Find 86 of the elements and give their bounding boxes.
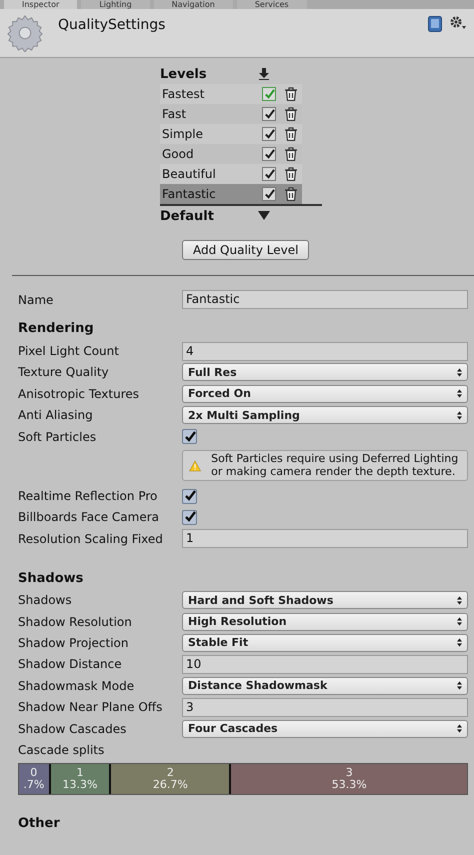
checkbox[interactable] bbox=[182, 429, 197, 444]
level-name: Beautiful bbox=[162, 167, 217, 181]
cascade-percent: 53.3% bbox=[332, 778, 367, 791]
field-label: Soft Particles bbox=[18, 430, 98, 444]
up-down-arrows-icon bbox=[457, 410, 462, 420]
quality-level-row[interactable]: Simple bbox=[160, 124, 302, 144]
level-name: Simple bbox=[162, 127, 204, 141]
trash-icon[interactable] bbox=[284, 87, 298, 101]
inspector-tab[interactable]: Inspector bbox=[4, 0, 78, 9]
section-heading: Other bbox=[18, 814, 61, 833]
field-label: Resolution Scaling Fixed bbox=[18, 532, 164, 546]
field-label: Shadow Projection bbox=[18, 636, 130, 650]
up-down-arrows-icon bbox=[457, 724, 462, 734]
field-label: Realtime Reflection Pro bbox=[18, 489, 158, 504]
dropdown[interactable]: Forced On bbox=[182, 384, 468, 403]
cascade-splits-bar[interactable]: 0 .7% 1 13.3% 2 26.7% 3 53.3% bbox=[18, 762, 468, 795]
up-down-arrows-icon bbox=[457, 368, 462, 377]
field-label: Shadowmask Mode bbox=[18, 678, 136, 693]
dropdown[interactable]: 2x Multi Sampling bbox=[182, 406, 468, 424]
quality-level-row[interactable]: Fantastic bbox=[160, 184, 302, 204]
levels-heading: Levels bbox=[160, 66, 208, 82]
trash-icon[interactable] bbox=[284, 147, 298, 161]
inspector-tab[interactable]: Lighting bbox=[81, 0, 150, 9]
section-heading: Rendering bbox=[18, 320, 95, 338]
field-label: Cascade splits bbox=[18, 742, 106, 757]
text-field[interactable]: 1 bbox=[182, 529, 468, 548]
checkbox[interactable] bbox=[182, 510, 197, 525]
field-label: Shadow Cascades bbox=[18, 722, 128, 736]
level-name: Good bbox=[162, 147, 195, 161]
field-label: Billboards Face Camera bbox=[18, 510, 160, 524]
dropdown[interactable]: High Resolution bbox=[182, 612, 468, 631]
text-field[interactable]: 3 bbox=[182, 698, 468, 717]
text-field[interactable]: 10 bbox=[182, 654, 468, 674]
field-label: Anisotropic Textures bbox=[18, 386, 140, 401]
dropdown[interactable]: Stable Fit bbox=[182, 634, 468, 652]
dropdown[interactable]: Distance Shadowmask bbox=[182, 676, 468, 695]
dropdown[interactable]: Four Cascades bbox=[182, 720, 468, 738]
cascade-index: 0 bbox=[30, 766, 38, 779]
trash-icon[interactable] bbox=[284, 167, 298, 181]
cascade-percent: 26.7% bbox=[152, 778, 188, 791]
up-down-arrows-icon bbox=[457, 681, 462, 690]
add-quality-level-button[interactable]: Add Quality Level bbox=[182, 240, 310, 260]
cascade-segment[interactable]: 1 13.3% bbox=[50, 764, 110, 794]
quality-level-row[interactable]: Beautiful bbox=[160, 164, 302, 184]
triangle-down-icon bbox=[258, 211, 270, 221]
level-name: Fantastic bbox=[162, 187, 217, 201]
name-field[interactable]: Fantastic bbox=[182, 290, 468, 310]
field-label: Texture Quality bbox=[18, 365, 110, 380]
default-label: Default bbox=[160, 208, 215, 224]
trash-icon[interactable] bbox=[284, 127, 298, 141]
checkbox[interactable] bbox=[182, 488, 197, 504]
section-heading: Shadows bbox=[18, 570, 84, 588]
cascade-segment[interactable]: 3 53.3% bbox=[231, 764, 467, 794]
up-down-arrows-icon bbox=[457, 389, 462, 398]
level-name: Fastest bbox=[162, 87, 206, 101]
cascade-percent: .7% bbox=[23, 778, 44, 791]
up-down-arrows-icon bbox=[457, 596, 462, 605]
cascade-percent: 13.3% bbox=[62, 778, 98, 791]
field-label: Shadow Distance bbox=[18, 657, 123, 672]
inspector-tab[interactable]: Navigation bbox=[154, 0, 233, 9]
cascade-index: 1 bbox=[76, 766, 84, 779]
field-label: Shadow Near Plane Offs bbox=[18, 700, 164, 714]
cascade-index: 3 bbox=[346, 766, 353, 779]
field-label: Shadow Resolution bbox=[18, 614, 133, 629]
trash-icon[interactable] bbox=[284, 107, 298, 121]
settings-icon[interactable] bbox=[450, 16, 466, 30]
cascade-segment[interactable]: 2 26.7% bbox=[111, 764, 230, 794]
cascade-segment[interactable]: 0 .7% bbox=[19, 764, 49, 794]
quality-level-row[interactable]: Fastest bbox=[160, 84, 302, 104]
gear-icon bbox=[6, 14, 44, 52]
field-label: Shadows bbox=[18, 593, 73, 608]
trash-icon[interactable] bbox=[284, 187, 298, 201]
field-label: Name bbox=[18, 292, 54, 307]
download-arrow-icon bbox=[258, 68, 270, 80]
field-label: Anti Aliasing bbox=[18, 408, 94, 422]
up-down-arrows-icon bbox=[457, 617, 462, 626]
cascade-index: 2 bbox=[166, 766, 174, 779]
dropdown[interactable]: Hard and Soft Shadows bbox=[182, 591, 468, 610]
inspector-tab[interactable]: Services bbox=[236, 0, 307, 9]
level-name: Fast bbox=[162, 107, 188, 121]
field-label: Pixel Light Count bbox=[18, 344, 120, 358]
dropdown[interactable]: Full Res bbox=[182, 363, 468, 382]
component-title: QualitySettings bbox=[58, 17, 166, 33]
warning-message: Soft Particles require using Deferred Lighting or making camera render the depth texture. bbox=[211, 453, 460, 478]
text-field[interactable]: 4 bbox=[182, 342, 468, 361]
up-down-arrows-icon bbox=[457, 638, 462, 648]
